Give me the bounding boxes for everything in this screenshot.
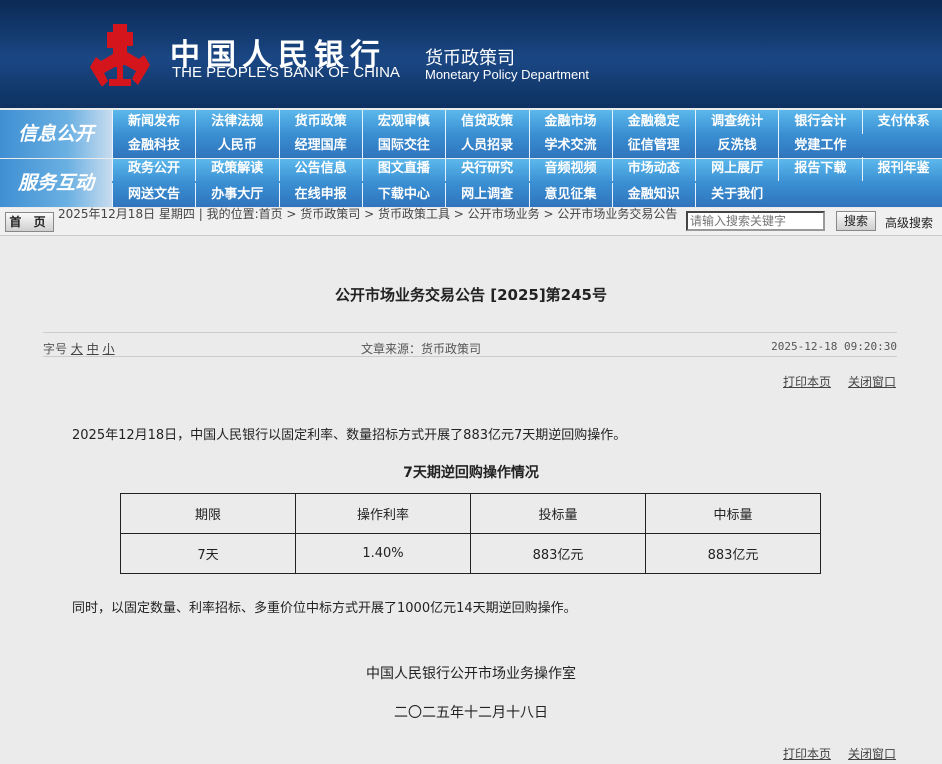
table-cell: 883亿元: [470, 533, 646, 574]
bank-name-en: THE PEOPLE'S BANK OF CHINA: [172, 64, 400, 81]
nav-item[interactable]: 金融科技: [112, 134, 195, 158]
operation-table: 期限 操作利率 投标量 中标量 7天 1.40% 883亿元 883亿元: [120, 493, 821, 574]
nav-item[interactable]: 央行研究: [445, 157, 528, 181]
nav-item[interactable]: 政策解读: [195, 157, 278, 181]
table-header: 中标量: [645, 493, 821, 534]
nav-item[interactable]: 下载中心: [361, 183, 445, 207]
dept-name-en: Monetary Policy Department: [425, 67, 590, 82]
nav-item[interactable]: 政务公开: [112, 157, 195, 181]
nav-item[interactable]: 音频视频: [528, 157, 612, 181]
search-button[interactable]: 搜索: [836, 211, 876, 231]
nav-item[interactable]: 信贷政策: [445, 110, 528, 134]
nav-item[interactable]: 在线申报: [278, 183, 362, 207]
table-header-row: 期限 操作利率 投标量 中标量: [120, 493, 821, 534]
divider: [43, 356, 897, 357]
divider: [43, 332, 897, 333]
print-link[interactable]: 打印本页: [783, 745, 831, 762]
signature: 中国人民银行公开市场业务操作室: [366, 666, 576, 682]
nav-item[interactable]: 党建工作: [778, 134, 861, 158]
nav-band-label: 信息公开: [0, 110, 112, 158]
table-row: 7天 1.40% 883亿元 883亿元: [120, 533, 821, 574]
site-header: 中国人民银行 THE PEOPLE'S BANK OF CHINA 货币政策司 …: [0, 0, 942, 108]
paragraph: 同时，以固定数量、利率招标、多重价位中标方式开展了1000亿元14天期逆回购操作…: [72, 601, 577, 616]
font-size-control: 字号 大 中 小: [43, 340, 115, 357]
nav-item[interactable]: 反洗钱: [695, 134, 778, 158]
nav-item[interactable]: 货币政策: [278, 110, 362, 134]
nav-band-info: 信息公开 新闻发布 法律法规 货币政策 宏观审慎 信贷政策 金融市场 金融稳定 调查统计 银行会…: [0, 110, 942, 158]
nav-item[interactable]: 关于我们: [695, 183, 778, 207]
search-input[interactable]: [686, 211, 825, 231]
table-cell: 7天: [120, 533, 296, 574]
nav-item[interactable]: 图文直播: [361, 157, 445, 181]
close-window-link[interactable]: 关闭窗口: [848, 373, 896, 390]
nav-item[interactable]: 宏观审慎: [361, 110, 445, 134]
nav-item[interactable]: 学术交流: [528, 134, 612, 158]
table-title: 7天期逆回购操作情况: [403, 465, 539, 481]
nav-item[interactable]: 报刊年鉴: [861, 157, 942, 181]
nav-item[interactable]: 征信管理: [611, 134, 695, 158]
table-header: 操作利率: [295, 493, 471, 534]
nav-item[interactable]: 金融市场: [528, 110, 612, 134]
nav-band-label: 服务互动: [0, 159, 112, 207]
nav-item[interactable]: 银行会计: [778, 110, 861, 134]
advanced-search-link[interactable]: 高级搜索: [885, 214, 933, 231]
font-small-link[interactable]: 小: [103, 342, 115, 356]
nav-item[interactable]: 公告信息: [278, 157, 362, 181]
article-source: 文章来源：货币政策司: [361, 342, 482, 356]
nav-item[interactable]: 办事大厅: [195, 183, 278, 207]
article-datetime: 2025-12-18 09:20:30: [771, 340, 897, 353]
paragraph: 2025年12月18日，中国人民银行以固定利率、数量招标方式开展了883亿元7天…: [72, 428, 627, 443]
nav-item[interactable]: 经理国库: [278, 134, 362, 158]
nav-item[interactable]: 意见征集: [528, 183, 612, 207]
breadcrumb: 2025年12月18日 星期四 | 我的位置:首页 > 货币政策司 > 货币政策…: [58, 207, 678, 221]
font-size-label: 字号: [43, 342, 68, 356]
nav-item[interactable]: 国际交往: [361, 134, 445, 158]
breadcrumb-bar: 首 页 2025年12月18日 星期四 | 我的位置:首页 > 货币政策司 > …: [0, 208, 942, 236]
page-title: 公开市场业务交易公告 [2025]第245号: [335, 286, 607, 304]
table-cell: 1.40%: [295, 533, 471, 574]
nav-item[interactable]: 报告下载: [778, 157, 861, 181]
nav-item[interactable]: 新闻发布: [112, 110, 195, 134]
nav-item[interactable]: 市场动态: [611, 157, 695, 181]
nav-item[interactable]: 网上展厅: [695, 157, 778, 181]
nav-item[interactable]: 网上调查: [445, 183, 528, 207]
signature-date: 二〇二五年十二月十八日: [394, 705, 548, 721]
nav-item[interactable]: 网送文告: [112, 183, 195, 207]
table-header: 投标量: [470, 493, 646, 534]
nav-band-service: 服务互动 政务公开 政策解读 公告信息 图文直播 央行研究 音频视频 市场动态 网上展厅 报告下…: [0, 157, 942, 207]
home-button[interactable]: 首 页: [5, 212, 54, 232]
nav-item[interactable]: 调查统计: [695, 110, 778, 134]
nav-item[interactable]: 金融知识: [611, 183, 695, 207]
nav-item[interactable]: 金融稳定: [611, 110, 695, 134]
table-header: 期限: [120, 493, 296, 534]
nav-item[interactable]: 法律法规: [195, 110, 278, 134]
pboc-logo-icon: [90, 24, 150, 86]
close-window-link[interactable]: 关闭窗口: [848, 745, 896, 762]
font-large-link[interactable]: 大: [71, 342, 83, 356]
nav-item[interactable]: 人员招录: [445, 134, 528, 158]
font-medium-link[interactable]: 中: [87, 342, 99, 356]
table-cell: 883亿元: [645, 533, 821, 574]
print-link[interactable]: 打印本页: [783, 373, 831, 390]
nav-item[interactable]: 支付体系: [861, 110, 942, 134]
nav-item[interactable]: 人民币: [195, 134, 278, 158]
